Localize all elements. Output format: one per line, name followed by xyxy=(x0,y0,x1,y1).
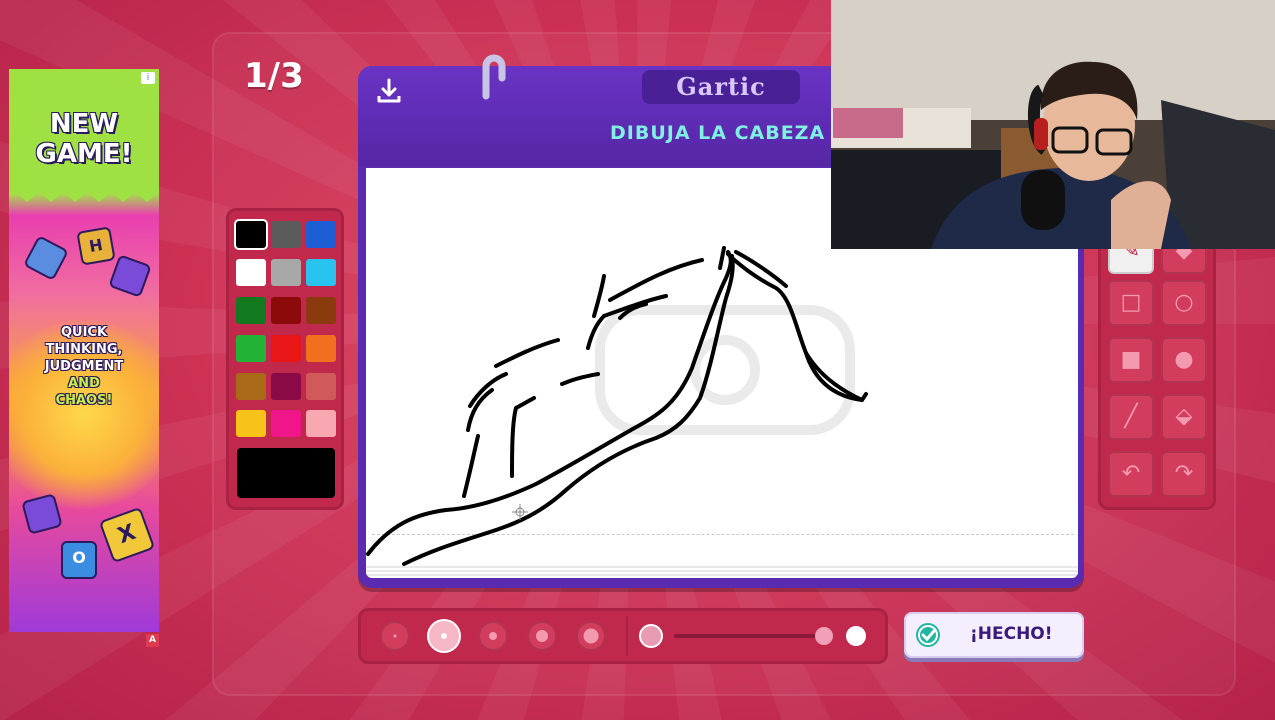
ad-banner[interactable]: i NEW GAME! H QUICK THINKING, JUDGMENT A… xyxy=(9,69,159,632)
ad-title: NEW GAME! xyxy=(9,109,159,169)
circle-outline-icon[interactable]: ○ xyxy=(1161,280,1207,326)
color-swatch[interactable] xyxy=(271,221,301,248)
color-swatch[interactable] xyxy=(236,335,266,362)
circle-filled-icon[interactable]: ● xyxy=(1161,337,1207,383)
color-swatch[interactable] xyxy=(271,297,301,324)
brush-size-dot xyxy=(441,633,447,639)
color-swatch[interactable] xyxy=(271,335,301,362)
brush-size-button[interactable] xyxy=(380,621,410,651)
undo-icon[interactable]: ↶ xyxy=(1108,451,1154,497)
ad-tile-h: H xyxy=(76,226,116,266)
current-color-preview xyxy=(237,448,335,498)
controls-divider xyxy=(626,616,628,656)
color-swatch[interactable] xyxy=(236,410,266,437)
ad-tile-x: X xyxy=(98,506,156,564)
round-counter: 1/3 xyxy=(244,56,304,96)
opacity-slider-handle[interactable] xyxy=(815,627,833,645)
ad-title-line1: NEW xyxy=(49,109,119,139)
gartic-logo: Gartic xyxy=(642,70,800,104)
brush-size-dot xyxy=(583,628,599,644)
webcam-overlay xyxy=(831,0,1275,249)
ad-tagline-line5: CHAOS! xyxy=(55,393,113,408)
download-icon[interactable] xyxy=(374,76,404,106)
color-swatch[interactable] xyxy=(236,373,266,400)
ad-tagline: QUICK THINKING, JUDGMENT AND CHAOS! xyxy=(9,324,159,409)
color-swatch[interactable] xyxy=(236,221,266,248)
brush-size-button[interactable] xyxy=(527,621,557,651)
ad-tile-purple xyxy=(108,254,152,298)
color-swatch[interactable] xyxy=(271,410,301,437)
color-swatch[interactable] xyxy=(306,335,336,362)
brush-size-dot xyxy=(489,632,497,640)
redo-icon[interactable]: ↷ xyxy=(1161,451,1207,497)
color-swatch[interactable] xyxy=(306,410,336,437)
drawing-prompt: DIBUJA LA CABEZA xyxy=(610,122,826,144)
opacity-min-marker xyxy=(641,626,661,646)
done-button-label: ¡HECHO! xyxy=(970,624,1053,644)
brush-size-dot xyxy=(393,634,397,638)
line-icon[interactable]: ╱ xyxy=(1108,394,1154,440)
color-swatch[interactable] xyxy=(236,297,266,324)
rectangle-outline-icon[interactable]: □ xyxy=(1108,280,1154,326)
brush-size-button[interactable] xyxy=(576,621,606,651)
ad-tile-blue xyxy=(23,235,69,281)
ad-info-icon[interactable]: i xyxy=(141,72,155,84)
fill-bucket-icon[interactable]: ⬙ xyxy=(1161,394,1207,440)
ad-tagline-line2: THINKING, xyxy=(45,342,123,357)
color-swatch[interactable] xyxy=(306,297,336,324)
ad-tagline-line1: QUICK xyxy=(60,325,108,340)
color-swatch[interactable] xyxy=(236,259,266,286)
brush-size-button[interactable] xyxy=(429,621,459,651)
ad-title-line2: GAME! xyxy=(35,139,133,169)
opacity-max-marker xyxy=(846,626,866,646)
adchoices-icon[interactable]: A xyxy=(146,634,159,647)
ad-tile-o: O xyxy=(61,541,97,579)
color-swatch[interactable] xyxy=(306,373,336,400)
color-swatch[interactable] xyxy=(271,373,301,400)
opacity-slider-track[interactable] xyxy=(674,634,824,638)
color-swatch[interactable] xyxy=(306,259,336,286)
brush-size-button[interactable] xyxy=(478,621,508,651)
rectangle-filled-icon[interactable]: ■ xyxy=(1108,337,1154,383)
brush-size-dot xyxy=(536,630,548,642)
ad-tagline-line4: AND xyxy=(68,376,100,391)
color-swatch[interactable] xyxy=(271,259,301,286)
color-swatch[interactable] xyxy=(306,221,336,248)
check-icon xyxy=(916,623,940,647)
paper-clip-icon xyxy=(478,48,510,100)
ad-tagline-line3: JUDGMENT xyxy=(44,359,124,374)
